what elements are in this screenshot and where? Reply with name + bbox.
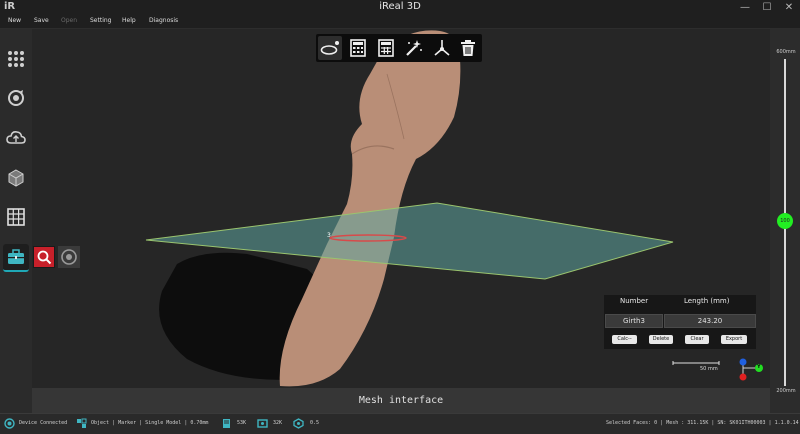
- zoom-subtool-button[interactable]: [33, 246, 55, 268]
- left-sidebar: [0, 29, 32, 413]
- menu-open[interactable]: Open: [61, 17, 77, 24]
- menu-help[interactable]: Help: [122, 17, 136, 24]
- menu-diagnosis[interactable]: Diagnosis: [149, 17, 178, 24]
- stat2-value: 32K: [273, 420, 283, 426]
- girth-loop-icon: [320, 41, 339, 55]
- menu-bar: New Save Open Setting Help Diagnosis: [0, 16, 800, 29]
- mesh-cube-icon: [8, 169, 24, 187]
- sidebar-item-mesh[interactable]: [3, 165, 29, 191]
- status-bar: Device Connected Object | Marker | Singl…: [0, 413, 800, 434]
- grid-dots-icon: [8, 51, 24, 67]
- calculator-icon: [350, 39, 366, 57]
- measurement-number-cell[interactable]: Girth3: [605, 314, 663, 328]
- axis-y-label: Y: [757, 364, 761, 370]
- mesh-info-status: Selected Faces: 0 | Mesh : 311.15K | SN:…: [606, 420, 799, 426]
- stat1-value: 53K: [237, 420, 247, 426]
- maximize-button[interactable]: ☐: [756, 0, 778, 15]
- resolution-icon: [293, 418, 304, 429]
- calendar-grid-icon: [7, 208, 25, 226]
- magic-wand-icon: [406, 40, 422, 56]
- delete-tool-button[interactable]: [456, 36, 480, 60]
- calculator-grid-icon: [378, 39, 394, 57]
- orbit-icon: [61, 249, 77, 265]
- app-title: iReal 3D: [379, 1, 421, 12]
- scan-mode-status: Object | Marker | Single Model | 0.70mm: [91, 420, 209, 426]
- delete-button[interactable]: Delete: [649, 335, 673, 344]
- slider-knob[interactable]: 100: [777, 213, 793, 229]
- stat3-value: 0.5: [310, 420, 320, 426]
- toolbox-icon: [8, 249, 24, 264]
- clear-button[interactable]: Clear: [685, 335, 709, 344]
- calculator-grid-tool-button[interactable]: [374, 36, 398, 60]
- sidebar-item-scan[interactable]: [3, 85, 29, 111]
- object-mode-icon: [77, 418, 87, 428]
- calc-button[interactable]: Calc--: [612, 335, 637, 344]
- slider-bottom-label: 200mm: [776, 388, 796, 394]
- scale-bar-label: 50 mm: [700, 366, 718, 372]
- device-status: Device Connected: [19, 420, 68, 426]
- measurement-length-cell[interactable]: 243.20: [664, 314, 756, 328]
- orbit-subtool-button[interactable]: [58, 246, 80, 268]
- axis-gizmo[interactable]: [736, 358, 766, 384]
- mesh-interface-label: Mesh interface: [358, 395, 444, 406]
- menu-new[interactable]: New: [8, 17, 21, 24]
- magnify-icon: [34, 247, 54, 267]
- axis-tripod-icon: [434, 40, 450, 56]
- device-connected-icon: [4, 418, 15, 429]
- sidebar-item-grid[interactable]: [3, 46, 29, 72]
- column-header-number: Number: [620, 297, 649, 305]
- mesh-interface-bar: Mesh interface: [32, 388, 770, 413]
- calculator-tool-button[interactable]: [346, 36, 370, 60]
- menu-save[interactable]: Save: [34, 17, 49, 24]
- slider-top-label: 600mm: [776, 49, 796, 55]
- magic-wand-tool-button[interactable]: [402, 36, 426, 60]
- export-button[interactable]: Export: [721, 335, 747, 344]
- minimize-button[interactable]: —: [734, 0, 756, 15]
- menu-setting[interactable]: Setting: [90, 17, 111, 24]
- memory-icon: [223, 419, 230, 428]
- trash-icon: [461, 40, 475, 56]
- frame-rate-icon: [257, 419, 268, 428]
- scan-icon: [8, 90, 24, 106]
- cloud-icon: [6, 131, 26, 144]
- column-header-length: Length (mm): [684, 297, 730, 305]
- axis-tool-button[interactable]: [430, 36, 454, 60]
- title-bar: iR iReal 3D — ☐ ✕: [0, 0, 800, 16]
- close-button[interactable]: ✕: [778, 0, 800, 15]
- sidebar-item-calendar[interactable]: [3, 204, 29, 230]
- measurement-panel: Number Length (mm) Girth3 243.20 Calc-- …: [604, 295, 756, 349]
- girth-marker-label: 3: [327, 232, 331, 239]
- sidebar-item-toolbox[interactable]: [3, 244, 29, 272]
- measure-toolbar: [316, 34, 482, 62]
- girth-tool-button[interactable]: [318, 36, 342, 60]
- sidebar-item-cloud[interactable]: [3, 125, 29, 151]
